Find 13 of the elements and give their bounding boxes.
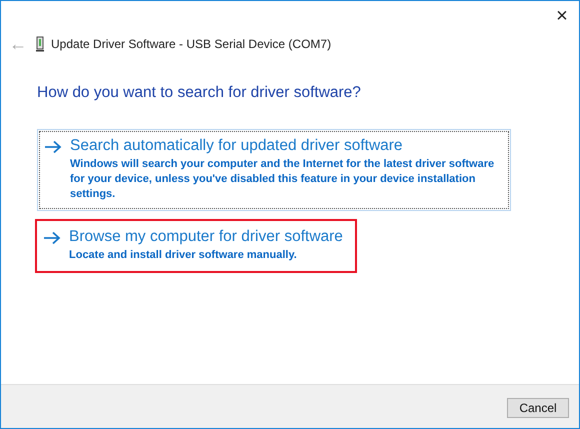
option-description: Windows will search your computer and the Internet for the latest driver software for your device, unless you've disabled this feature in your device installation settings. <box>70 157 496 202</box>
window-title: Update Driver Software - USB Serial Device (COM7) <box>51 37 332 51</box>
arrow-icon <box>44 140 62 154</box>
option-card[interactable] <box>37 129 511 211</box>
arrow-icon <box>43 231 61 245</box>
cancel-button[interactable]: Cancel <box>507 398 569 418</box>
option-description: Locate and install driver software manually. <box>69 248 298 263</box>
option-title: Browse my computer for driver software <box>69 227 343 247</box>
option-card[interactable]: Browse my computer for driver software Locate and install driver software manually. <box>35 219 357 273</box>
option-title: Search automatically for updated driver software <box>70 136 404 156</box>
device-icon <box>35 36 45 52</box>
heading: How do you want to search for driver software? <box>37 84 362 102</box>
close-button[interactable]: × <box>545 2 579 29</box>
